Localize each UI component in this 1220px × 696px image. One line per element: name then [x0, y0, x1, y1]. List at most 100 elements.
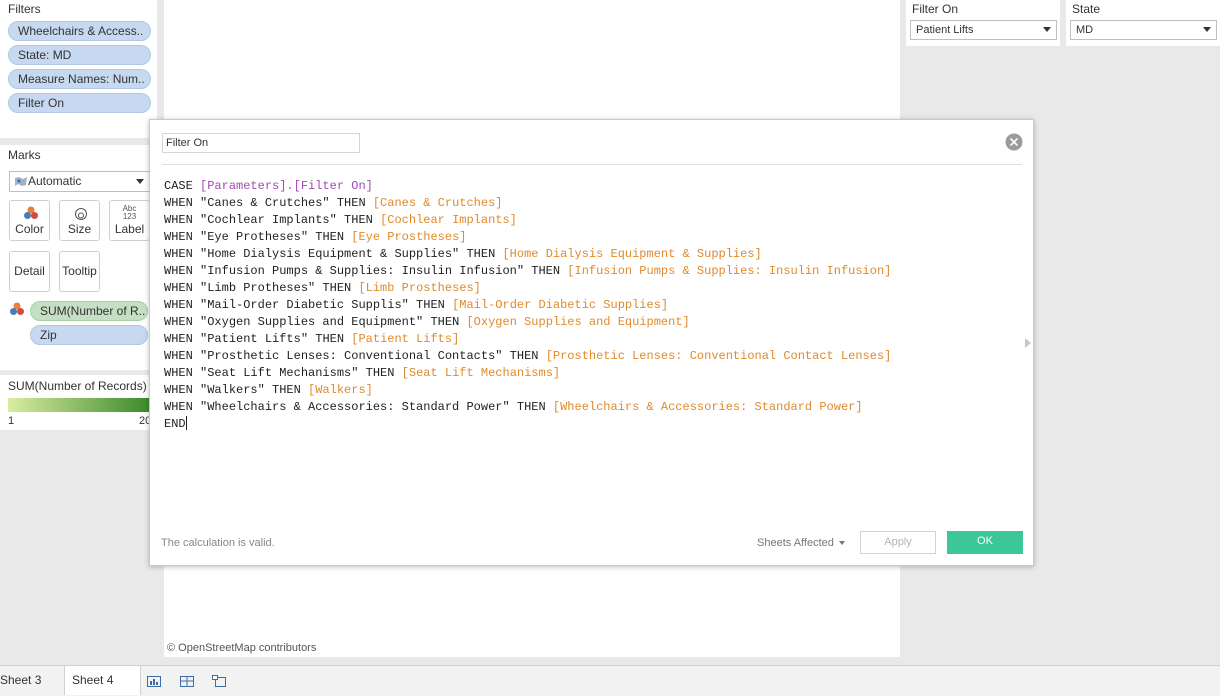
formula-token-kw: THEN: [308, 230, 352, 244]
formula-token-kw: WHEN: [164, 332, 201, 346]
formula-token-kw: WHEN: [164, 315, 201, 329]
formula-token-str: "Infusion Pumps & Supplies: Insulin Infu…: [200, 264, 525, 278]
sheets-affected-label: Sheets Affected: [757, 537, 834, 549]
sheets-affected-dropdown[interactable]: Sheets Affected: [757, 537, 845, 549]
formula-token-field: [Infusion Pumps & Supplies: Insulin Infu…: [567, 264, 892, 278]
formula-token-kw: WHEN: [164, 213, 201, 227]
color-button[interactable]: Color: [9, 200, 50, 241]
formula-line: WHEN "Prosthetic Lenses: Conventional Co…: [164, 348, 891, 365]
formula-token-kw: WHEN: [164, 400, 201, 414]
calculation-status: The calculation is valid.: [161, 537, 275, 549]
sum-number-of-records-pill[interactable]: SUM(Number of R..: [30, 301, 148, 321]
formula-token-kw: THEN: [358, 366, 402, 380]
calculation-name-input[interactable]: Filter On: [162, 133, 360, 153]
filter-on-parameter-select[interactable]: Patient Lifts: [910, 20, 1057, 40]
formula-token-str: "Wheelchairs & Accessories: Standard Pow…: [200, 400, 510, 414]
formula-token-str: "Patient Lifts": [200, 332, 309, 346]
filters-title: Filters: [8, 2, 41, 16]
tooltip-button[interactable]: Tooltip: [59, 251, 100, 292]
formula-token-str: "Home Dialysis Equipment & Supplies": [200, 247, 460, 261]
size-button-label: Size: [67, 222, 92, 236]
formula-token-field: [Patient Lifts]: [351, 332, 460, 346]
dialog-divider: [162, 164, 1022, 165]
formula-token-str: "Limb Protheses": [200, 281, 316, 295]
apply-button[interactable]: Apply: [860, 531, 936, 554]
formula-line: WHEN "Patient Lifts" THEN [Patient Lifts…: [164, 331, 891, 348]
formula-token-kw: WHEN: [164, 196, 201, 210]
automatic-mark-icon: [15, 177, 27, 186]
formula-token-field: [Walkers]: [308, 383, 373, 397]
chevron-down-icon: [1043, 27, 1051, 32]
formula-token-kw: WHEN: [164, 349, 201, 363]
label-button-label: Label: [114, 222, 145, 236]
filter-pill-measure-names[interactable]: Measure Names: Num..: [8, 69, 151, 89]
formula-token-field: [Wheelchairs & Accessories: Standard Pow…: [552, 400, 863, 414]
state-parameter-select[interactable]: MD: [1070, 20, 1217, 40]
formula-token-kw: THEN: [329, 196, 373, 210]
color-icon: [24, 206, 38, 219]
chevron-down-icon: [1203, 27, 1211, 32]
ok-button[interactable]: OK: [947, 531, 1023, 554]
filter-pill-state[interactable]: State: MD: [8, 45, 151, 65]
formula-token-field: [Limb Prostheses]: [358, 281, 481, 295]
formula-token-str: "Mail-Order Diabetic Supplis": [200, 298, 409, 312]
size-button[interactable]: Size: [59, 200, 100, 241]
filter-on-parameter-title: Filter On: [912, 2, 959, 16]
sheet-tab-4[interactable]: Sheet 4: [65, 666, 141, 695]
formula-token-field: [Eye Prostheses]: [351, 230, 467, 244]
formula-token-str: "Prosthetic Lenses: Conventional Contact…: [200, 349, 503, 363]
sheet-tab-3-label: Sheet 3: [0, 673, 42, 687]
new-worksheet-icon[interactable]: [146, 674, 162, 688]
formula-line: WHEN "Eye Protheses" THEN [Eye Prosthese…: [164, 229, 891, 246]
sheet-tab-3[interactable]: Sheet 3: [0, 666, 65, 695]
formula-token-field: [Oxygen Supplies and Equipment]: [466, 315, 690, 329]
formula-token-kw: CASE: [164, 179, 201, 193]
formula-token-kw: WHEN: [164, 247, 201, 261]
filter-pill-filter-on[interactable]: Filter On: [8, 93, 151, 113]
formula-line: WHEN "Mail-Order Diabetic Supplis" THEN …: [164, 297, 891, 314]
legend-gradient: [8, 398, 150, 412]
formula-line: WHEN "Home Dialysis Equipment & Supplies…: [164, 246, 891, 263]
formula-line: WHEN "Cochlear Implants" THEN [Cochlear …: [164, 212, 891, 229]
label-icon: Abc 123: [122, 204, 137, 221]
formula-token-field: [Cochlear Implants]: [380, 213, 517, 227]
color-icon: [10, 302, 24, 315]
calculation-editor-dialog: Filter On CASE [Parameters].[Filter On] W…: [149, 119, 1034, 566]
chevron-down-icon: [838, 541, 845, 546]
sheet-tab-4-label: Sheet 4: [72, 673, 114, 687]
formula-token-field: [Prosthetic Lenses: Conventional Contact…: [545, 349, 892, 363]
mark-type-select[interactable]: Automatic: [9, 171, 150, 192]
formula-token-kw: WHEN: [164, 383, 201, 397]
formula-token-field: [Home Dialysis Equipment & Supplies]: [502, 247, 762, 261]
formula-line: WHEN "Walkers" THEN [Walkers]: [164, 382, 891, 399]
new-dashboard-icon[interactable]: [179, 674, 195, 688]
scroll-right-icon[interactable]: [1025, 338, 1031, 348]
formula-token-kw: WHEN: [164, 298, 201, 312]
label-button[interactable]: Abc 123 Label: [109, 200, 150, 241]
mark-type-label: Automatic: [28, 174, 82, 188]
formula-token-kw: WHEN: [164, 230, 201, 244]
formula-token-str: "Cochlear Implants": [200, 213, 337, 227]
filter-on-parameter-value: Patient Lifts: [916, 24, 974, 36]
formula-token-kw: THEN: [459, 247, 503, 261]
formula-token-str: "Oxygen Supplies and Equipment": [200, 315, 424, 329]
formula-line: WHEN "Oxygen Supplies and Equipment" THE…: [164, 314, 891, 331]
close-icon[interactable]: [1005, 133, 1023, 151]
formula-token-kw: THEN: [315, 281, 359, 295]
formula-line: CASE [Parameters].[Filter On]: [164, 178, 891, 195]
detail-button[interactable]: Detail: [9, 251, 50, 292]
formula-line: WHEN "Seat Lift Mechanisms" THEN [Seat L…: [164, 365, 891, 382]
formula-token-param: [Parameters].[Filter On]: [200, 179, 373, 193]
formula-line: END: [164, 416, 891, 433]
formula-token-field: [Canes & Crutches]: [372, 196, 503, 210]
zip-pill[interactable]: Zip: [30, 325, 148, 345]
filter-pill-wheelchairs[interactable]: Wheelchairs & Access..: [8, 21, 151, 41]
color-button-label: Color: [15, 222, 44, 236]
formula-token-str: "Walkers": [200, 383, 265, 397]
formula-token-str: "Eye Protheses": [200, 230, 309, 244]
new-story-icon[interactable]: [211, 674, 227, 688]
formula-token-field: [Mail-Order Diabetic Supplies]: [452, 298, 669, 312]
legend-title: SUM(Number of Records): [8, 379, 147, 393]
detail-button-label: Detail: [14, 264, 45, 278]
calculation-formula-editor[interactable]: CASE [Parameters].[Filter On] WHEN "Canes…: [164, 178, 891, 433]
